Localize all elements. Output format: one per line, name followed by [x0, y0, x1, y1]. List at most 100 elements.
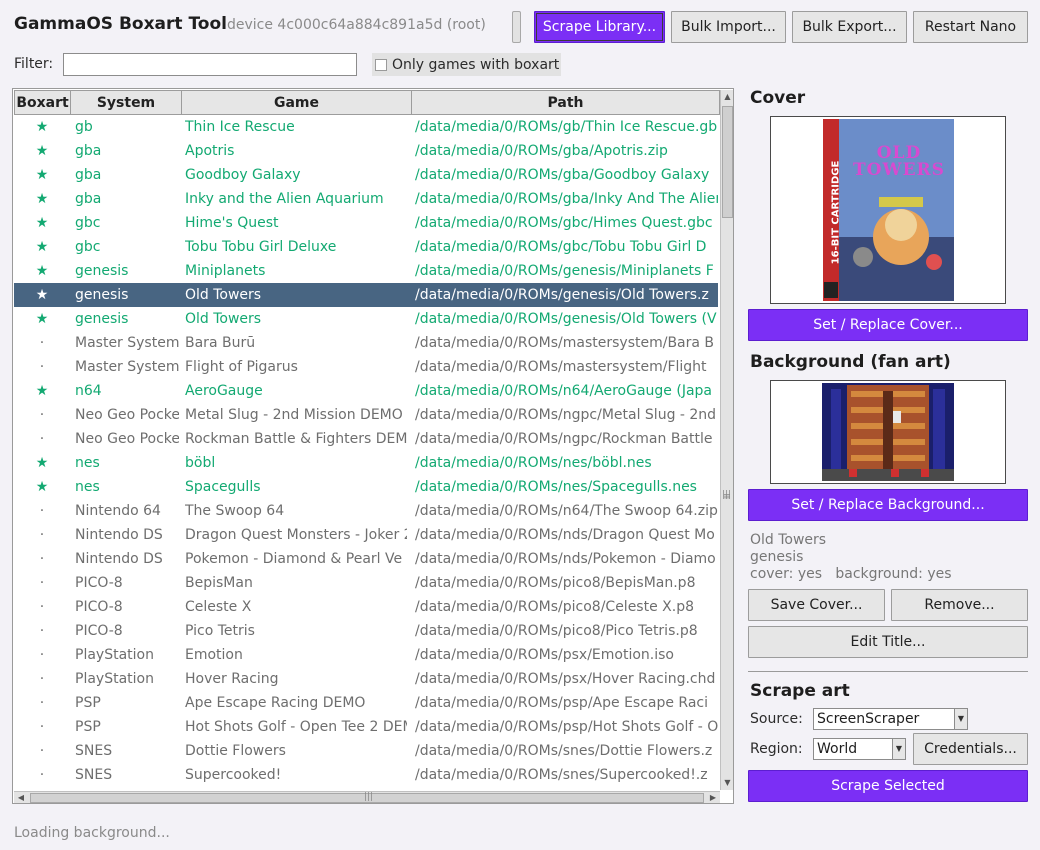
set-background-button[interactable]: Set / Replace Background... — [748, 489, 1028, 521]
art-status-text: cover: yes background: yes — [750, 566, 952, 582]
scroll-down-arrow-icon[interactable]: ▼ — [722, 777, 733, 789]
table-header: Boxart System Game Path — [14, 90, 720, 115]
cell-system: genesis — [75, 311, 129, 327]
table-row[interactable]: · Nintendo 64 The Swoop 64/data/media/0/RO… — [14, 499, 718, 523]
boxart-missing-dot-icon: · — [39, 359, 45, 375]
table-row[interactable]: ★ nes böbl/data/media/0/ROMs/nes/böbl.nes — [14, 451, 718, 475]
source-select[interactable]: ScreenScraper ▼ — [813, 708, 968, 730]
cell-path: /data/media/0/ROMs/nds/Pokemon - Diamo — [415, 551, 716, 567]
boxart-star-icon: ★ — [35, 383, 49, 399]
toolbar-separator-handle[interactable] — [512, 11, 521, 43]
column-header-system[interactable]: System — [70, 90, 182, 115]
games-table[interactable]: Boxart System Game Path ★ gb Thin Ice Resc… — [12, 88, 734, 804]
cell-game: Inky and the Alien Aquarium — [185, 191, 384, 207]
cell-path: /data/media/0/ROMs/nes/Spacegulls.nes — [415, 479, 697, 495]
cover-preview: OLD TOWERS 16-BIT CARTRIDGE — [770, 116, 1006, 304]
cell-system: genesis — [75, 287, 129, 303]
table-horizontal-scrollbar[interactable]: ◀ ||| ▶ — [14, 791, 720, 803]
table-vertical-scrollbar[interactable]: ▲ ≡ ▼ — [720, 90, 733, 790]
only-boxart-label: Only games with boxart — [392, 56, 560, 73]
splitter-grip-icon[interactable]: ||| — [722, 490, 731, 500]
cell-path: /data/media/0/ROMs/snes/Dottie Flowers.z — [415, 743, 713, 759]
only-boxart-toggle[interactable]: Only games with boxart — [372, 53, 561, 76]
table-row[interactable]: · Neo Geo Pocket Metal Slug - 2nd Mission … — [14, 403, 718, 427]
scroll-right-arrow-icon[interactable]: ▶ — [707, 792, 719, 803]
table-row[interactable]: ★ n64 AeroGauge/data/media/0/ROMs/n64/Aero… — [14, 379, 718, 403]
scrape-selected-button[interactable]: Scrape Selected — [748, 770, 1028, 802]
cell-game: Hover Racing — [185, 671, 279, 687]
device-info: device 4c000c64a884c891a5d (root) — [227, 17, 486, 33]
cell-path: /data/media/0/ROMs/genesis/Miniplanets F — [415, 263, 714, 279]
scroll-up-arrow-icon[interactable]: ▲ — [722, 91, 733, 103]
cell-path: /data/media/0/ROMs/pico8/BepisMan.p8 — [415, 575, 696, 591]
cell-path: /data/media/0/ROMs/n64/The Swoop 64.zip — [415, 503, 718, 519]
table-row[interactable]: · PlayStation Emotion/data/media/0/ROMs/ps… — [14, 643, 718, 667]
source-select-value: ScreenScraper — [817, 711, 920, 727]
only-boxart-checkbox[interactable] — [375, 58, 387, 71]
boxart-star-icon: ★ — [35, 215, 49, 231]
cell-system: Master System — [75, 335, 179, 351]
column-header-path[interactable]: Path — [411, 90, 720, 115]
table-row[interactable]: · Master System Flight of Pigarus/data/med… — [14, 355, 718, 379]
vertical-scroll-thumb[interactable] — [722, 106, 733, 218]
credentials-button[interactable]: Credentials... — [913, 733, 1028, 765]
scroll-left-arrow-icon[interactable]: ◀ — [15, 792, 27, 803]
cell-system: gba — [75, 191, 102, 207]
table-row[interactable]: ★ nes Spacegulls/data/media/0/ROMs/nes/Spa… — [14, 475, 718, 499]
cell-game: Emotion — [185, 647, 243, 663]
filter-input[interactable] — [63, 53, 357, 76]
table-row[interactable]: · SNES Supercooked! /data/media/0/ROMs/snes… — [14, 763, 718, 787]
boxart-missing-dot-icon: · — [39, 599, 45, 615]
table-row[interactable]: ★ genesis Old Towers/data/media/0/ROMs/gen… — [14, 307, 718, 331]
table-row[interactable]: ★ genesis Miniplanets/data/media/0/ROMs/ge… — [14, 259, 718, 283]
boxart-missing-dot-icon: · — [39, 719, 45, 735]
table-row[interactable]: ★ gba Inky and the Alien Aquarium/data/med… — [14, 187, 718, 211]
column-header-boxart[interactable]: Boxart — [14, 90, 71, 115]
save-cover-button[interactable]: Save Cover... — [748, 589, 885, 621]
table-row[interactable]: ★ genesis Old Towers/data/media/0/ROMs/gen… — [14, 283, 718, 307]
cell-system: gba — [75, 143, 102, 159]
dropdown-arrow-icon[interactable]: ▼ — [892, 739, 905, 759]
background-art-image — [822, 383, 954, 481]
table-row[interactable]: · PSP Ape Escape Racing DEMO/data/media/0/… — [14, 691, 718, 715]
cell-system: PICO-8 — [75, 599, 123, 615]
cell-system: PlayStation — [75, 647, 154, 663]
table-row[interactable]: · SNES Dottie Flowers/data/media/0/ROMs/sn… — [14, 739, 718, 763]
cell-game: Pokemon - Diamond & Pearl Ve — [185, 551, 403, 567]
cell-path: /data/media/0/ROMs/n64/AeroGauge (Japa — [415, 383, 713, 399]
table-row[interactable]: · PSP Hot Shots Golf - Open Tee 2 DEMO/dat… — [14, 715, 718, 739]
cell-game: Dottie Flowers — [185, 743, 286, 759]
boxart-missing-dot-icon: · — [39, 575, 45, 591]
table-row[interactable]: · Nintendo DS Pokemon - Diamond & Pearl Ve… — [14, 547, 718, 571]
table-row[interactable]: · PlayStation Hover Racing/data/media/0/RO… — [14, 667, 718, 691]
status-bar-text: Loading background... — [14, 825, 170, 841]
table-row[interactable]: · Nintendo DS Dragon Quest Monsters - Joke… — [14, 523, 718, 547]
cell-system: Nintendo 64 — [75, 503, 161, 519]
bulk-import-button[interactable]: Bulk Import... — [671, 11, 786, 43]
cell-game: Apotris — [185, 143, 235, 159]
table-row[interactable]: · Master System Bara Burū/data/media/0/ROM… — [14, 331, 718, 355]
scrape-library-button[interactable]: Scrape Library... — [534, 11, 665, 43]
cell-game: The Swoop 64 — [185, 503, 285, 519]
cell-game: Hime's Quest — [185, 215, 279, 231]
remove-button[interactable]: Remove... — [891, 589, 1028, 621]
table-row[interactable]: ★ gba Goodboy Galaxy/data/media/0/ROMs/gba… — [14, 163, 718, 187]
table-row[interactable]: · PICO-8 Celeste X/data/media/0/ROMs/pico8… — [14, 595, 718, 619]
table-row[interactable]: ★ gba Apotris/data/media/0/ROMs/gba/Apotri… — [14, 139, 718, 163]
table-row[interactable]: ★ gbc Hime's Quest/data/media/0/ROMs/gbc/H… — [14, 211, 718, 235]
table-row[interactable]: · PICO-8 BepisMan/data/media/0/ROMs/pico8/… — [14, 571, 718, 595]
set-cover-button[interactable]: Set / Replace Cover... — [748, 309, 1028, 341]
column-header-game[interactable]: Game — [181, 90, 412, 115]
table-row[interactable]: · PICO-8 Pico Tetris/data/media/0/ROMs/pic… — [14, 619, 718, 643]
table-row[interactable]: ★ gb Thin Ice Rescue/data/media/0/ROMs/gb/… — [14, 115, 718, 139]
region-select[interactable]: World ▼ — [813, 738, 906, 760]
table-row[interactable]: ★ gbc Tobu Tobu Girl Deluxe/data/media/0/R… — [14, 235, 718, 259]
cell-system: Neo Geo Pocket — [75, 431, 179, 447]
bulk-export-button[interactable]: Bulk Export... — [792, 11, 907, 43]
restart-nano-button[interactable]: Restart Nano — [913, 11, 1028, 43]
cell-path: /data/media/0/ROMs/psp/Hot Shots Golf - … — [415, 719, 718, 735]
table-row[interactable]: · Neo Geo Pocket Rockman Battle & Fighters… — [14, 427, 718, 451]
boxart-star-icon: ★ — [35, 143, 49, 159]
edit-title-button[interactable]: Edit Title... — [748, 626, 1028, 658]
dropdown-arrow-icon[interactable]: ▼ — [954, 709, 967, 729]
